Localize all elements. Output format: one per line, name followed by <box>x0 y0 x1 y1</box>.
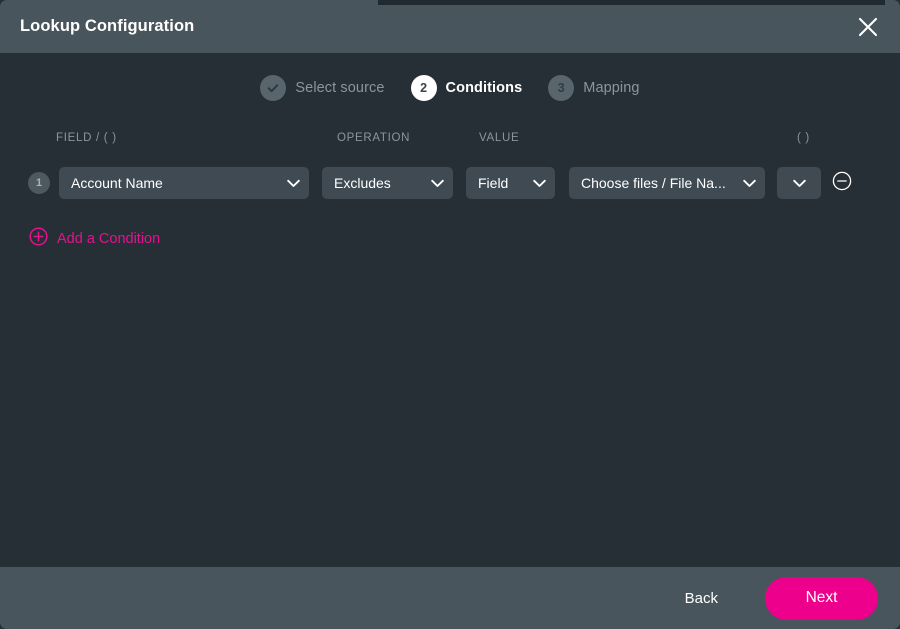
header-notch <box>378 0 885 5</box>
step-mapping[interactable]: 3 Mapping <box>548 75 639 101</box>
plus-circle-icon <box>29 227 48 251</box>
back-button[interactable]: Back <box>667 582 736 615</box>
chevron-down-icon <box>287 179 300 188</box>
minus-circle-icon <box>832 171 852 196</box>
step-conditions[interactable]: 2 Conditions <box>411 75 523 101</box>
column-header-field: FIELD / ( ) <box>56 132 117 144</box>
add-condition-button[interactable]: Add a Condition <box>29 227 160 251</box>
step-2-label: Conditions <box>446 80 523 96</box>
operation-select[interactable]: Excludes <box>322 167 453 199</box>
chevron-down-icon <box>431 179 444 188</box>
chevron-down-icon <box>743 179 756 188</box>
condition-row-index: 1 <box>28 172 50 194</box>
value-type-select[interactable]: Field <box>466 167 555 199</box>
operation-select-value: Excludes <box>334 175 391 191</box>
dialog-body: Select source 2 Conditions 3 Mapping FIE… <box>0 53 900 567</box>
field-select-value: Account Name <box>71 175 163 191</box>
value-select-value: Choose files / File Na... <box>581 175 726 191</box>
dialog-header: Lookup Configuration <box>0 0 900 53</box>
column-header-value: VALUE <box>479 132 519 144</box>
paren-select[interactable] <box>777 167 821 199</box>
conditions-area: FIELD / ( ) OPERATION VALUE ( ) 1 Accoun… <box>0 132 900 251</box>
page-title: Lookup Configuration <box>20 18 194 35</box>
next-button[interactable]: Next <box>765 577 878 620</box>
field-select[interactable]: Account Name <box>59 167 309 199</box>
add-condition-label: Add a Condition <box>57 231 160 247</box>
condition-column-headers: FIELD / ( ) OPERATION VALUE ( ) <box>28 132 872 152</box>
chevron-down-icon <box>533 179 546 188</box>
close-button[interactable] <box>848 7 888 47</box>
remove-condition-button[interactable] <box>831 172 853 194</box>
value-type-select-value: Field <box>478 175 508 191</box>
step-3-marker: 3 <box>548 75 574 101</box>
step-2-marker: 2 <box>411 75 437 101</box>
step-1-label: Select source <box>295 80 384 96</box>
wizard-stepper: Select source 2 Conditions 3 Mapping <box>0 53 900 101</box>
value-select[interactable]: Choose files / File Na... <box>569 167 765 199</box>
step-1-marker <box>260 75 286 101</box>
close-icon <box>857 16 879 38</box>
dialog-footer: Back Next <box>0 567 900 629</box>
chevron-down-icon <box>793 179 806 188</box>
check-icon <box>266 81 280 95</box>
condition-row: 1 Account Name Excludes <box>28 167 872 199</box>
column-header-paren: ( ) <box>797 132 810 144</box>
lookup-configuration-dialog: Lookup Configuration Select source <box>0 0 900 629</box>
column-header-operation: OPERATION <box>337 132 410 144</box>
step-select-source[interactable]: Select source <box>260 75 384 101</box>
step-3-label: Mapping <box>583 80 639 96</box>
